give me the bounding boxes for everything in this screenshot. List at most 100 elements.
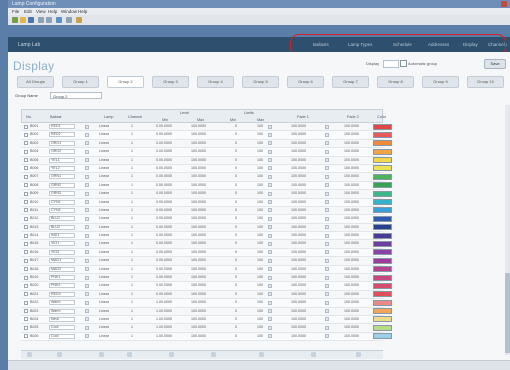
table-row[interactable]: B020 PNK2 Linear 1 0.00.0000 100.0000 0 100 100.…	[21, 282, 392, 291]
row-level-min[interactable]: 0.00.0000	[156, 174, 172, 178]
color-swatch[interactable]	[373, 299, 392, 306]
remove-row-icon[interactable]	[127, 352, 132, 357]
row-level-min[interactable]: 0.00.0000	[156, 275, 172, 279]
table-row[interactable]: B013 BLU2 Linear 1 0.00.0000 100.0000 0 100 100.…	[21, 224, 392, 233]
row-channel[interactable]: 1	[131, 149, 133, 153]
color-swatch[interactable]	[373, 173, 392, 180]
row-channel[interactable]: 1	[131, 233, 133, 237]
row-fade-1[interactable]: 100.0000	[291, 158, 306, 162]
col-channel[interactable]: Channel	[128, 115, 142, 119]
row-limit-max[interactable]: 100	[257, 208, 263, 212]
fade-spin-icon[interactable]	[325, 200, 329, 205]
lamp-picker-icon[interactable]	[85, 225, 89, 230]
row-limit-min[interactable]: 0	[235, 325, 237, 329]
scrollbar-thumb[interactable]	[505, 273, 510, 353]
row-limit-min[interactable]: 0	[235, 124, 237, 128]
row-ballast[interactable]: PNK2	[51, 283, 60, 287]
color-swatch[interactable]	[373, 224, 392, 231]
row-fade-1[interactable]: 100.0000	[291, 200, 306, 204]
lamp-picker-icon[interactable]	[85, 334, 89, 339]
row-fade-2[interactable]: 100.0000	[344, 132, 359, 136]
table-row[interactable]: B021 RED3 Linear 1 0.00.0000 100.0000 0 100 100.…	[21, 291, 392, 300]
row-ballast[interactable]: Warm	[51, 309, 60, 313]
row-channel[interactable]: 1	[131, 141, 133, 145]
table-row[interactable]: B016 VIO2 Linear 1 0.00.0000 100.0000 0 100 100.…	[21, 248, 392, 258]
row-channel[interactable]: 1	[131, 250, 133, 254]
fade-spin-icon[interactable]	[325, 174, 329, 179]
tab-group-6[interactable]: Group 6	[287, 76, 324, 88]
lamp-picker-icon[interactable]	[85, 233, 89, 238]
limit-spin-icon[interactable]	[268, 141, 272, 146]
row-ballast[interactable]: MAG1	[51, 258, 61, 262]
row-limit-min[interactable]: 0	[235, 241, 237, 245]
fade-spin-icon[interactable]	[325, 325, 329, 330]
row-level-min[interactable]: 0.00.0000	[156, 191, 172, 195]
color-swatch[interactable]	[373, 190, 392, 197]
row-level-min[interactable]: 1.00.0000	[156, 317, 172, 321]
color-swatch[interactable]	[373, 182, 392, 189]
row-select-checkbox[interactable]	[24, 300, 28, 305]
row-fade-2[interactable]: 100.0000	[344, 183, 359, 187]
row-limit-max[interactable]: 100	[257, 183, 263, 187]
row-limit-max[interactable]: 100	[257, 250, 263, 254]
row-level-min[interactable]: 0.00.0000	[156, 267, 172, 271]
open-icon[interactable]	[20, 17, 26, 23]
table-row[interactable]: B019 PNK1 Linear 1 0.00.0000 100.0000 0 100 100.…	[21, 274, 392, 283]
table-row[interactable]: B002 RED2 Linear 1 0.00.0000 100.0000 0 100 100.…	[21, 131, 392, 140]
row-fade-1[interactable]: 100.0000	[291, 325, 306, 329]
row-select-checkbox[interactable]	[24, 208, 28, 213]
row-limit-max[interactable]: 100	[257, 158, 263, 162]
row-fade-2[interactable]: 100.0000	[344, 267, 359, 271]
row-ballast[interactable]: GRN1	[51, 174, 61, 178]
limit-spin-icon[interactable]	[268, 132, 272, 137]
fade-spin-icon[interactable]	[325, 233, 329, 238]
fade-spin-icon[interactable]	[325, 191, 329, 196]
row-lamp[interactable]: Linear	[99, 292, 109, 296]
row-limit-max[interactable]: 100	[257, 200, 263, 204]
fade-spin-icon[interactable]	[325, 132, 329, 137]
row-channel[interactable]: 1	[131, 258, 133, 262]
lamp-picker-icon[interactable]	[85, 300, 89, 305]
lamp-picker-icon[interactable]	[85, 166, 89, 171]
tab-group-9[interactable]: Group 9	[422, 76, 459, 88]
fade-spin-icon[interactable]	[325, 275, 329, 280]
row-level-max[interactable]: 100.0000	[191, 300, 206, 304]
table-row[interactable]: B010 CYN1 Linear 1 0.00.0000 100.0000 0 100 100.…	[21, 198, 392, 207]
row-fade-1[interactable]: 100.0000	[291, 300, 306, 304]
row-channel[interactable]: 1	[131, 292, 133, 296]
row-level-min[interactable]: 1.00.0000	[156, 300, 172, 304]
row-ballast[interactable]: BLU2	[51, 225, 60, 229]
row-level-max[interactable]: 100.0000	[191, 283, 206, 287]
row-fade-2[interactable]: 100.0000	[344, 250, 359, 254]
row-channel[interactable]: 1	[131, 283, 133, 287]
undo-icon[interactable]	[38, 17, 44, 23]
row-level-max[interactable]: 100.0000	[191, 292, 206, 296]
row-limit-max[interactable]: 100	[257, 191, 263, 195]
row-fade-1[interactable]: 100.0000	[291, 241, 306, 245]
table-row[interactable]: B004 ORG2 Linear 1 0.00.0000 100.0000 0 100 100.…	[21, 148, 392, 157]
col-ballast[interactable]: Ballast	[50, 115, 61, 119]
lamp-picker-icon[interactable]	[85, 132, 89, 137]
row-fade-2[interactable]: 100.0000	[344, 300, 359, 304]
row-level-min[interactable]: 0.00.0000	[156, 233, 172, 237]
row-lamp[interactable]: Linear	[99, 300, 109, 304]
row-fade-2[interactable]: 100.0000	[344, 208, 359, 212]
row-select-checkbox[interactable]	[24, 200, 28, 205]
row-lamp[interactable]: Linear	[99, 225, 109, 229]
fade-spin-icon[interactable]	[325, 158, 329, 163]
row-select-checkbox[interactable]	[24, 267, 28, 272]
row-select-checkbox[interactable]	[24, 233, 28, 238]
row-fade-2[interactable]: 100.0000	[344, 200, 359, 204]
row-limit-min[interactable]: 0	[235, 216, 237, 220]
row-limit-max[interactable]: 100	[257, 241, 263, 245]
row-select-checkbox[interactable]	[24, 309, 28, 314]
limit-spin-icon[interactable]	[268, 300, 272, 305]
row-ballast[interactable]: GRN3	[51, 191, 61, 195]
row-ballast[interactable]: Cool	[51, 334, 58, 338]
row-channel[interactable]: 1	[131, 208, 133, 212]
limit-spin-icon[interactable]	[268, 250, 272, 255]
row-channel[interactable]: 1	[131, 325, 133, 329]
row-fade-2[interactable]: 100.0000	[344, 241, 359, 245]
fade-spin-icon[interactable]	[325, 317, 329, 322]
fade-spin-icon[interactable]	[325, 292, 329, 297]
